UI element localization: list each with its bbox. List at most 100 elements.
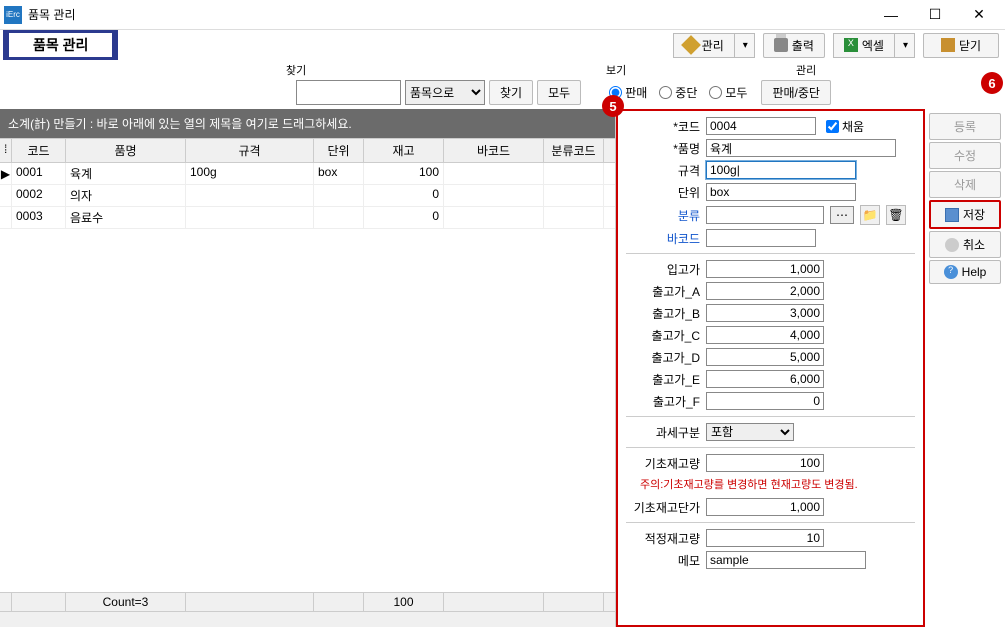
view-stopped-radio[interactable]: 중단 <box>659 84 697 101</box>
group-hint: 소계(計) 만들기 : 바로 아래에 있는 열의 제목을 여기로 드래그하세요. <box>0 109 615 138</box>
toolbar-manage-label: 관리 <box>702 37 724 54</box>
cat-folder-icon[interactable]: 📁 <box>860 205 880 225</box>
view-section-label: 보기 <box>606 62 796 78</box>
out-f-field[interactable] <box>706 392 824 410</box>
toolbar-print-button[interactable]: 출력 <box>763 33 825 58</box>
horizontal-scrollbar[interactable] <box>0 611 615 627</box>
autofill-checkbox[interactable]: 채움 <box>826 118 864 135</box>
col-barcode[interactable]: 바코드 <box>444 139 544 162</box>
label-code: *코드 <box>626 118 700 135</box>
toolbar-manage-dropdown[interactable]: ▾ <box>734 33 755 58</box>
label-name: *품명 <box>626 140 700 157</box>
search-section-label: 찾기 <box>286 62 606 78</box>
cancel-button[interactable]: 취소 <box>929 231 1001 258</box>
unit-field[interactable] <box>706 183 856 201</box>
search-input[interactable] <box>296 80 401 105</box>
app-icon: iErc <box>4 6 22 24</box>
label-out-d: 출고가_D <box>626 349 700 366</box>
cat-clear-icon[interactable]: 🗑 <box>886 205 906 225</box>
toolbar-print-label: 출력 <box>792 37 814 54</box>
detail-panel: *코드 채움 *품명 규격 단위 분류 ⋯ 📁 🗑 바코드 입고가 <box>616 109 925 627</box>
toolbar-close-button[interactable]: 닫기 <box>923 33 999 58</box>
edit-button[interactable]: 수정 <box>929 142 1001 169</box>
search-box: 품목으로 찾기 모두 <box>296 80 581 105</box>
col-stock[interactable]: 재고 <box>364 139 444 162</box>
label-out-c: 출고가_C <box>626 327 700 344</box>
help-icon: ? <box>944 265 958 279</box>
col-cat[interactable]: 분류코드 <box>544 139 604 162</box>
table-row[interactable]: ▶ 0001 육계 100g box 100 <box>0 163 615 185</box>
cat-lookup-button[interactable]: ⋯ <box>830 206 854 224</box>
col-spec[interactable]: 규격 <box>186 139 314 162</box>
label-inprice: 입고가 <box>626 261 700 278</box>
out-b-field[interactable] <box>706 304 824 322</box>
label-out-f: 출고가_F <box>626 393 700 410</box>
toolbar-manage-button[interactable]: 관리 <box>673 33 734 58</box>
grid-footer: Count=3 100 <box>0 592 615 611</box>
section-labels: 찾기 보기 관리 <box>0 60 1005 78</box>
spec-field[interactable] <box>706 161 856 179</box>
table-row[interactable]: 0003 음료수 0 <box>0 207 615 229</box>
controls-row: 품목으로 찾기 모두 판매 중단 모두 판매/중단 <box>0 78 1005 109</box>
label-init-unit: 기초재고단가 <box>626 499 700 516</box>
sale-stop-button[interactable]: 판매/중단 <box>761 80 831 105</box>
memo-field[interactable] <box>706 551 866 569</box>
label-barcode: 바코드 <box>626 230 700 247</box>
search-find-button[interactable]: 찾기 <box>489 80 533 105</box>
out-e-field[interactable] <box>706 370 824 388</box>
maximize-button[interactable]: ☐ <box>913 1 957 29</box>
inprice-field[interactable] <box>706 260 824 278</box>
barcode-field[interactable] <box>706 229 816 247</box>
view-all-radio[interactable]: 모두 <box>709 84 747 101</box>
footer-stock-sum: 100 <box>364 593 444 611</box>
side-buttons: 6 등록 수정 삭제 저장 취소 ?Help <box>925 109 1005 627</box>
table-row[interactable]: 0002 의자 0 <box>0 185 615 207</box>
toolbar-excel-label: 엑셀 <box>862 37 884 54</box>
init-unit-field[interactable] <box>706 498 824 516</box>
code-field[interactable] <box>706 117 816 135</box>
label-out-e: 출고가_E <box>626 371 700 388</box>
init-stock-warning: 주의:기초재고량를 변경하면 현재고량도 변경됨. <box>640 476 915 492</box>
close-window-button[interactable]: ✕ <box>957 1 1001 29</box>
col-marker[interactable]: ⁞ <box>0 139 12 162</box>
label-out-b: 출고가_B <box>626 305 700 322</box>
chevron-down-icon: ▾ <box>903 40 908 51</box>
manage-section-label: 관리 <box>796 62 886 78</box>
grid-body[interactable]: ▶ 0001 육계 100g box 100 0002 의자 0 <box>0 163 615 592</box>
col-name[interactable]: 품명 <box>66 139 186 162</box>
label-cat: 분류 <box>626 207 700 224</box>
delete-button[interactable]: 삭제 <box>929 171 1001 198</box>
window-title: 품목 관리 <box>28 6 869 23</box>
save-button[interactable]: 저장 <box>929 200 1001 229</box>
toolbar-excel-button[interactable]: X 엑셀 <box>833 33 894 58</box>
col-unit[interactable]: 단위 <box>314 139 364 162</box>
label-tax: 과세구분 <box>626 424 700 441</box>
col-code[interactable]: 코드 <box>12 139 66 162</box>
search-mode-select[interactable]: 품목으로 <box>405 80 485 105</box>
tax-select[interactable]: 포함 <box>706 423 794 441</box>
search-all-button[interactable]: 모두 <box>537 80 581 105</box>
out-c-field[interactable] <box>706 326 824 344</box>
help-button[interactable]: ?Help <box>929 260 1001 284</box>
grid-area: 5 소계(計) 만들기 : 바로 아래에 있는 열의 제목을 여기로 드래그하세… <box>0 109 616 627</box>
close-icon <box>941 38 955 52</box>
label-init-stock: 기초재고량 <box>626 455 700 472</box>
out-a-field[interactable] <box>706 282 824 300</box>
main-area: 5 소계(計) 만들기 : 바로 아래에 있는 열의 제목을 여기로 드래그하세… <box>0 109 1005 627</box>
name-field[interactable] <box>706 139 896 157</box>
label-proper-stock: 적정재고량 <box>626 530 700 547</box>
init-stock-field[interactable] <box>706 454 824 472</box>
out-d-field[interactable] <box>706 348 824 366</box>
titlebar: iErc 품목 관리 — ☐ ✕ <box>0 0 1005 30</box>
register-button[interactable]: 등록 <box>929 113 1001 140</box>
excel-icon: X <box>844 38 858 52</box>
toolbar-excel-dropdown[interactable]: ▾ <box>894 33 915 58</box>
cat-field[interactable] <box>706 206 824 224</box>
view-radio-group: 판매 중단 모두 <box>609 84 747 101</box>
minimize-button[interactable]: — <box>869 1 913 29</box>
callout-6: 6 <box>981 72 1003 94</box>
cancel-icon <box>945 238 959 252</box>
label-unit: 단위 <box>626 184 700 201</box>
callout-5: 5 <box>602 95 624 117</box>
proper-stock-field[interactable] <box>706 529 824 547</box>
